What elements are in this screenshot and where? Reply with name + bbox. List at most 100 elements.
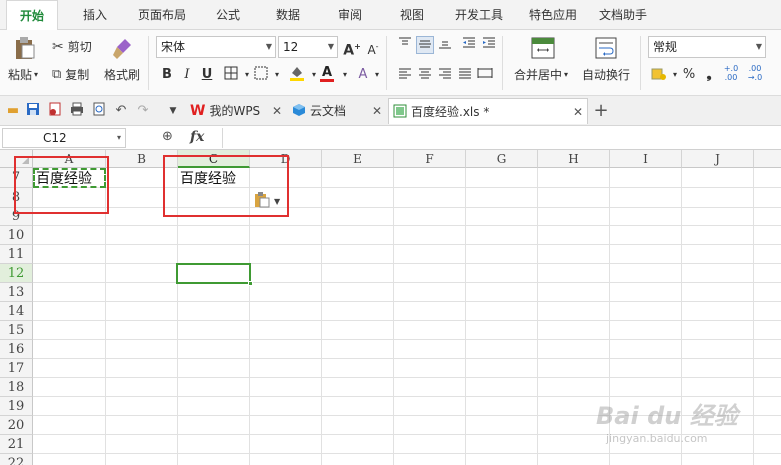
chevron-down-icon: ▾ (116, 133, 121, 142)
zoom-formula-icon[interactable]: ⊕ (162, 129, 180, 147)
tab-doc-assistant[interactable]: 文档助手 (592, 0, 654, 30)
column-header-e[interactable]: E (322, 150, 394, 168)
row-header-18[interactable]: 18 (0, 378, 33, 397)
align-center-icon[interactable] (416, 66, 434, 84)
font-size-select[interactable]: 12 ▼ (278, 36, 338, 58)
font-color-icon[interactable]: A (318, 64, 336, 82)
close-icon[interactable]: ✕ (372, 98, 382, 124)
tab-view[interactable]: 视图 (392, 0, 432, 30)
distributed-icon[interactable] (476, 66, 494, 84)
row-header-15[interactable]: 15 (0, 321, 33, 340)
align-bottom-icon[interactable] (436, 36, 454, 54)
add-tab-icon[interactable]: + (592, 102, 610, 120)
decrease-decimal-button[interactable]: .00 →.0 (746, 64, 764, 82)
gridline (33, 207, 781, 208)
align-middle-icon[interactable] (416, 36, 434, 54)
gridline (33, 339, 781, 340)
column-header-i[interactable]: I (610, 150, 682, 168)
column-header-h[interactable]: H (538, 150, 610, 168)
column-header-j[interactable]: J (682, 150, 754, 168)
scissors-icon: ✂ (52, 38, 64, 55)
row-header-12[interactable]: 12 (0, 264, 33, 283)
row-header-16[interactable]: 16 (0, 340, 33, 359)
increase-font-button[interactable]: A+ (343, 38, 361, 59)
sheet-grid[interactable]: A B C D E F G H I J 7 8 9 10 11 12 13 14… (0, 150, 781, 465)
bold-button[interactable]: B (158, 66, 176, 84)
chevron-down-icon: ▼ (327, 42, 334, 51)
gridline (33, 358, 781, 359)
insert-function-button[interactable]: fx (190, 129, 204, 145)
underline-button[interactable]: U (198, 66, 216, 84)
copy-button[interactable]: ⧉ 复制 (52, 66, 89, 83)
formula-input[interactable] (222, 128, 779, 148)
row-header-17[interactable]: 17 (0, 359, 33, 378)
ribbon-divider (502, 36, 503, 90)
wrap-text-icon[interactable] (594, 36, 618, 60)
tab-review[interactable]: 审阅 (330, 0, 370, 30)
merge-cells-icon[interactable] (530, 36, 556, 60)
tab-features[interactable]: 特色应用 (522, 0, 584, 30)
close-icon[interactable]: ✕ (573, 99, 583, 125)
tab-cloud-docs[interactable]: 云文档 ✕ (290, 98, 386, 124)
italic-button[interactable]: I (178, 66, 196, 84)
row-header-19[interactable]: 19 (0, 397, 33, 416)
row-header-21[interactable]: 21 (0, 435, 33, 454)
row-header-14[interactable]: 14 (0, 302, 33, 321)
gridline (33, 225, 781, 226)
gridline (33, 377, 781, 378)
column-header-g[interactable]: G (466, 150, 538, 168)
fill-color-icon[interactable] (288, 64, 306, 82)
row-header-22[interactable]: 22 (0, 454, 33, 465)
name-box[interactable]: C12 ▾ (2, 128, 126, 148)
active-cell-c12[interactable] (176, 263, 253, 286)
tab-developer[interactable]: 开发工具 (448, 0, 510, 30)
increase-decimal-button[interactable]: +.0 .00 (722, 64, 740, 82)
percent-button[interactable]: % (680, 66, 698, 84)
paste-button[interactable]: 粘贴 ▾ (8, 66, 38, 83)
justify-icon[interactable] (456, 66, 474, 84)
align-top-icon[interactable] (396, 36, 414, 54)
tab-formulas[interactable]: 公式 (208, 0, 248, 30)
redo-icon[interactable]: ↷ (134, 102, 152, 120)
comma-button[interactable]: ❟ (700, 66, 718, 84)
ribbon: 粘贴 ▾ ✂ 剪切 ⧉ 复制 格式刷 宋体 ▼ 12 ▼ A+ A- B I U ▾ ▾ … (0, 30, 781, 96)
export-pdf-icon[interactable] (46, 102, 64, 120)
font-name-select[interactable]: 宋体 ▼ (156, 36, 276, 58)
number-format-select[interactable]: 常规 ▼ (648, 36, 766, 58)
row-header-20[interactable]: 20 (0, 416, 33, 435)
tab-data[interactable]: 数据 (268, 0, 308, 30)
chevron-down-icon[interactable]: ▾ (336, 66, 354, 84)
chevron-down-icon[interactable]: ▾ (368, 66, 386, 84)
ribbon-divider (148, 36, 149, 90)
align-right-icon[interactable] (436, 66, 454, 84)
row-header-10[interactable]: 10 (0, 226, 33, 245)
tab-home[interactable]: 开始 (6, 0, 58, 31)
save-icon[interactable] (24, 102, 42, 120)
cut-button[interactable]: ✂ 剪切 (52, 38, 92, 55)
tab-baidu-jingyan-xls[interactable]: 百度经验.xls * ✕ (388, 98, 588, 124)
tab-page-layout[interactable]: 页面布局 (132, 0, 192, 30)
wrap-text-button[interactable]: 自动换行 (582, 66, 630, 83)
decrease-font-button[interactable]: A- (364, 38, 382, 57)
increase-indent-icon[interactable] (480, 36, 498, 54)
brush-icon[interactable] (108, 36, 136, 62)
open-folder-icon[interactable]: ▬ (4, 102, 22, 120)
format-painter-button[interactable]: 格式刷 (104, 66, 140, 83)
row-header-11[interactable]: 11 (0, 245, 33, 264)
paste-icon[interactable] (10, 36, 40, 60)
column-header-f[interactable]: F (394, 150, 466, 168)
close-icon[interactable]: ✕ (272, 98, 282, 124)
undo-icon[interactable]: ↶ (112, 102, 130, 120)
print-icon[interactable] (68, 102, 86, 120)
print-preview-icon[interactable] (90, 102, 108, 120)
column-header-k[interactable] (754, 150, 781, 168)
formula-bar: C12 ▾ ⊕ fx (0, 126, 781, 150)
align-left-icon[interactable] (396, 66, 414, 84)
chevron-down-icon[interactable]: ▾ (268, 66, 286, 84)
row-header-13[interactable]: 13 (0, 283, 33, 302)
merge-center-button[interactable]: 合并居中 ▾ (514, 66, 568, 83)
chevron-down-icon[interactable]: ▼ (164, 102, 182, 120)
decrease-indent-icon[interactable] (460, 36, 478, 54)
tab-insert[interactable]: 插入 (72, 0, 118, 30)
tab-my-wps[interactable]: W 我的WPS ✕ (188, 98, 284, 124)
